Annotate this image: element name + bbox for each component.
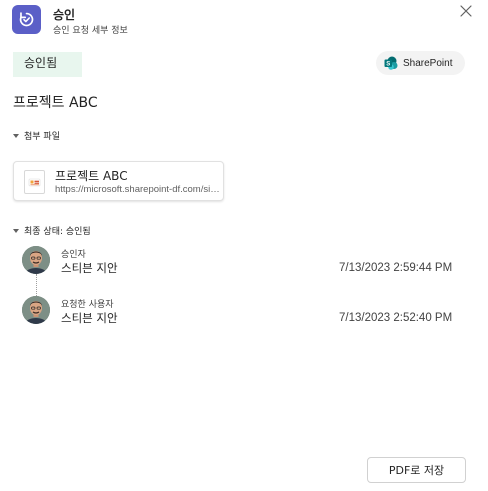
svg-text:S: S	[386, 61, 390, 67]
entry-name: 스티븐 지안	[61, 261, 118, 275]
close-icon	[459, 4, 472, 17]
close-button[interactable]	[457, 2, 474, 19]
attachment-name: 프로젝트 ABC	[55, 169, 128, 183]
attachment-card[interactable]: 프로젝트 ABC https://microsoft.sharepoint-df…	[13, 161, 224, 201]
presentation-file-icon	[24, 170, 45, 194]
avatar	[22, 246, 50, 274]
chevron-down-icon	[13, 228, 19, 233]
approvals-icon	[12, 5, 41, 34]
attachment-url: https://microsoft.sharepoint-df.com/site…	[55, 184, 220, 195]
entry-role: 요청한 사용자	[61, 300, 114, 310]
attachments-section-toggle[interactable]: 첨부 파일	[13, 129, 60, 142]
sharepoint-label: SharePoint	[403, 57, 453, 69]
timeline-connector	[36, 274, 37, 298]
sharepoint-icon: S	[384, 56, 398, 70]
entry-role: 승인자	[61, 250, 86, 260]
final-status-heading: 최종 상태: 승인됨	[24, 227, 91, 237]
avatar	[22, 296, 50, 324]
save-pdf-button[interactable]: PDF로 저장	[367, 457, 466, 483]
attachments-heading: 첨부 파일	[24, 132, 60, 142]
dialog-title: 승인	[53, 8, 76, 22]
final-status-section-toggle[interactable]: 최종 상태: 승인됨	[13, 224, 91, 237]
chevron-down-icon	[13, 133, 19, 138]
entry-time: 7/13/2023 2:52:40 PM	[339, 312, 453, 324]
request-title: 프로젝트 ABC	[13, 95, 98, 111]
dialog-subtitle: 승인 요청 세부 정보	[53, 26, 128, 36]
status-badge: 승인됨	[13, 52, 82, 77]
entry-time: 7/13/2023 2:59:44 PM	[339, 262, 453, 274]
entry-name: 스티븐 지안	[61, 311, 118, 325]
sharepoint-button[interactable]: S SharePoint	[376, 51, 465, 75]
